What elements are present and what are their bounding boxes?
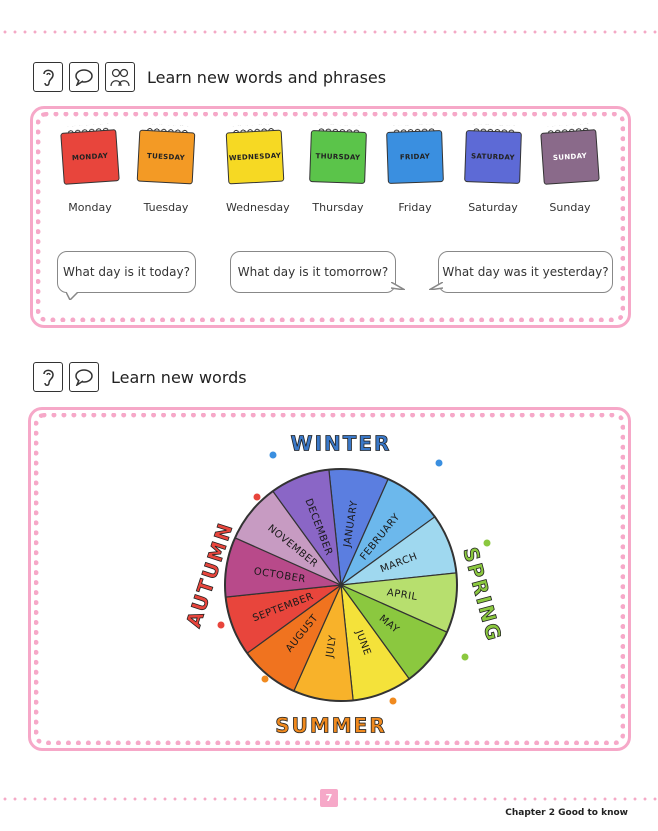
day-note-text: SUNDAY	[552, 151, 588, 163]
speech-bubble-icon	[69, 362, 99, 392]
day-note-text: TUESDAY	[146, 152, 186, 162]
day-label: Thursday	[312, 201, 364, 214]
calendar-note: WEDNESDAY	[225, 129, 285, 185]
top-dotted-divider	[0, 30, 658, 34]
bubble-tail	[391, 282, 405, 290]
day-card-friday: FRIDAY Friday	[386, 130, 444, 214]
speech-bubble-today: What day is it today?	[57, 251, 196, 300]
day-note-text: THURSDAY	[315, 152, 361, 162]
day-cards-row: MONDAY Monday TUESDAY Tuesday WEDNESDAY …	[33, 129, 628, 226]
months-wheel: JANUARY FEBRUARY MARCH APRIL MAY JUNE JULY AUGU…	[181, 425, 507, 745]
decorative-dot	[389, 697, 397, 705]
decorative-dot	[261, 675, 269, 683]
chapter-footer: Chapter 2 Good to know	[505, 808, 628, 818]
day-label: Friday	[398, 201, 432, 214]
section2-title: Learn new words	[111, 367, 247, 387]
decorative-dot	[435, 459, 443, 467]
day-card-thursday: THURSDAY Thursday	[309, 130, 367, 214]
bubble-tail	[429, 282, 443, 290]
people-talking-icon	[105, 62, 135, 92]
day-note-text: MONDAY	[71, 151, 109, 163]
section2-header: Learn new words	[33, 362, 247, 392]
season-label: SPRING	[458, 545, 501, 645]
months-frame: JANUARY FEBRUARY MARCH APRIL MAY JUNE JULY AUGU…	[28, 407, 631, 751]
section1-header: Learn new words and phrases	[33, 62, 386, 92]
ear-icon	[33, 362, 63, 392]
decorative-dot	[461, 653, 469, 661]
bubble-text: What day is it today?	[63, 265, 190, 279]
day-note-text: WEDNESDAY	[228, 151, 282, 163]
day-label: Monday	[68, 201, 112, 214]
section1-title: Learn new words and phrases	[147, 67, 387, 87]
speech-bubble-yesterday: What day was it yesterday?	[429, 251, 613, 293]
day-note-text: FRIDAY	[399, 152, 431, 162]
speech-bubble-icon	[69, 62, 99, 92]
calendar-note: TUESDAY	[136, 129, 196, 185]
day-label: Sunday	[549, 201, 591, 214]
speech-bubble-tomorrow: What day is it tomorrow?	[230, 251, 405, 293]
day-note-text: SATURDAY	[470, 152, 516, 162]
day-card-tuesday: TUESDAY Tuesday	[136, 129, 196, 214]
day-label: Saturday	[468, 201, 518, 214]
day-label: Tuesday	[143, 201, 189, 214]
calendar-note: MONDAY	[60, 129, 120, 185]
day-card-sunday: SUNDAY Sunday	[540, 129, 600, 214]
bubble-tail	[66, 292, 79, 300]
calendar-note: SATURDAY	[464, 130, 522, 184]
ear-icon	[33, 62, 63, 92]
calendar-note: FRIDAY	[386, 130, 444, 184]
season-label: SUMMER	[275, 714, 387, 738]
bubble-text: What day was it yesterday?	[442, 265, 609, 279]
bubble-text: What day is it tomorrow?	[237, 265, 389, 279]
months-wheel-svg: JANUARYFEBRUARYMARCHAPRILMAYJUNEJULYAUGU…	[181, 431, 507, 738]
decorative-dot	[217, 621, 225, 629]
calendar-note: THURSDAY	[309, 130, 367, 184]
day-card-monday: MONDAY Monday	[60, 129, 120, 214]
decorative-dot	[483, 539, 491, 547]
day-card-saturday: SATURDAY Saturday	[464, 130, 522, 214]
decorative-dot	[253, 493, 261, 501]
day-label: Wednesday	[226, 201, 290, 214]
season-label: WINTER	[291, 432, 392, 456]
calendar-note: SUNDAY	[540, 129, 600, 185]
day-card-wednesday: WEDNESDAY Wednesday	[225, 129, 290, 214]
decorative-dot	[269, 451, 277, 459]
days-frame: MONDAY Monday TUESDAY Tuesday WEDNESDAY …	[30, 106, 631, 328]
page-number: 7	[320, 789, 338, 807]
